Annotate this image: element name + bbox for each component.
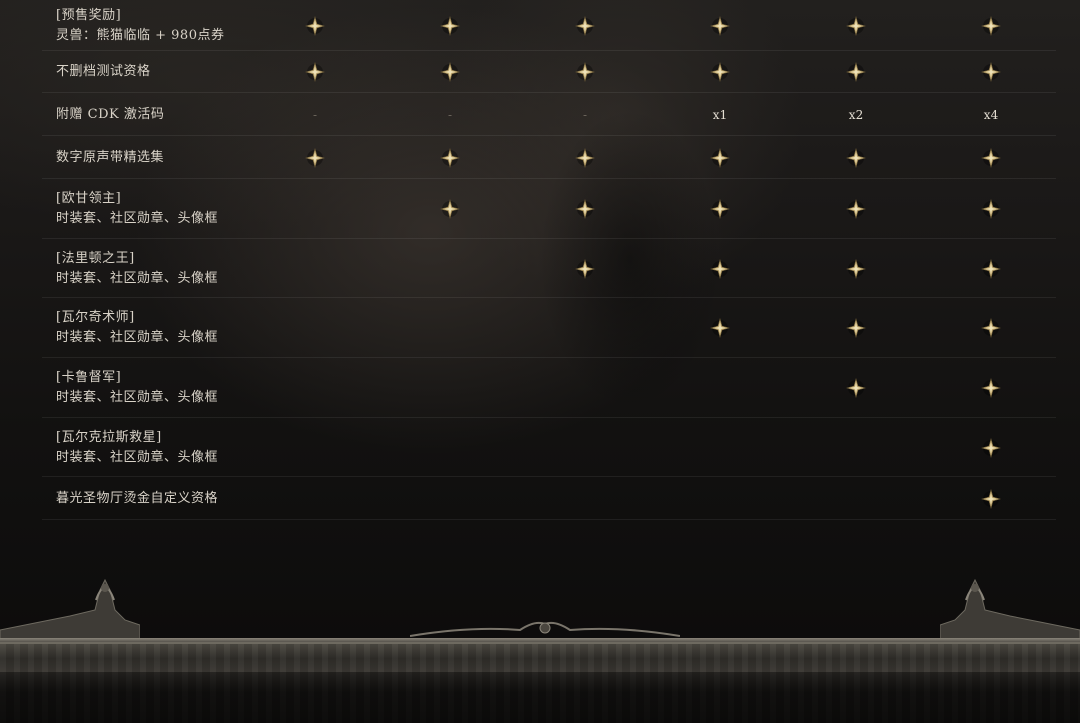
row-subtitle: 时装套、社区勋章、头像框 [56,390,219,405]
right-corner-ornament [940,578,1080,645]
not-included-dash: - [447,107,453,122]
row-label: [法里顿之王] 时装套、社区勋章、头像框 [56,249,218,289]
frame-shadow [0,672,1080,723]
not-included-dash: - [312,107,318,122]
row-title: [瓦尔奇术师] [56,310,135,325]
compass-star-icon [430,199,470,219]
row-title: [卡鲁督军] [56,370,122,385]
compass-star-icon [971,488,1011,509]
compass-star-icon [836,318,876,338]
compass-star-icon [700,62,740,82]
compass-star-icon [295,15,335,36]
row-title: 附赠 CDK 激活码 [56,106,165,122]
row-title: [预售奖励] [56,7,122,23]
compass-star-icon [971,199,1011,219]
row-label: [预售奖励] 灵兽：熊猫临临 + 980点券 [56,6,224,46]
cdk-quantity: x1 [712,107,728,122]
compass-star-icon [971,318,1011,338]
row-label: [卡鲁督军] 时装套、社区勋章、头像框 [56,368,218,408]
compass-star-icon [836,199,876,219]
row-label: [瓦尔克拉斯救星] 时装套、社区勋章、头像框 [56,428,218,468]
compass-star-icon [565,15,605,36]
table-row: 暮光圣物厅烫金自定义资格 [42,477,1056,520]
row-label: 暮光圣物厅烫金自定义资格 [56,489,218,509]
center-ornament [410,621,680,637]
compass-star-icon [565,258,605,279]
compass-star-icon [971,15,1011,36]
left-corner-ornament [0,578,140,645]
row-title: 数字原声带精选集 [56,149,165,165]
row-subtitle: 时装套、社区勋章、头像框 [56,449,219,465]
row-title: [法里顿之王] [56,250,135,266]
row-label: 附赠 CDK 激活码 [56,105,164,125]
row-title: [瓦尔克拉斯救星] [56,429,162,445]
row-label: [瓦尔奇术师] 时装套、社区勋章、头像框 [56,308,218,348]
compass-star-icon [430,15,470,36]
table-row: [法里顿之王] 时装套、社区勋章、头像框 [42,239,1056,298]
compass-star-icon [971,147,1011,168]
table-row: [欧甘领主] 时装套、社区勋章、头像框 [42,179,1056,239]
row-title: 暮光圣物厅烫金自定义资格 [56,490,219,506]
frame-rail [0,638,1080,644]
compass-star-icon [700,199,740,219]
frame-base [0,642,1080,723]
compass-star-icon [971,62,1011,82]
table-row: [预售奖励] 灵兽：熊猫临临 + 980点券 [42,0,1056,51]
compass-star-icon [295,62,335,82]
row-subtitle: 时装套、社区勋章、头像框 [56,211,219,226]
compass-star-icon [700,147,740,168]
compass-star-icon [836,15,876,36]
compass-star-icon [295,147,335,168]
compass-star-icon [700,318,740,338]
table-row: 数字原声带精选集 [42,136,1056,179]
reward-comparison-page: [预售奖励] 灵兽：熊猫临临 + 980点券 不删档测试资格 附赠 CDK 激活码 - -… [0,0,1080,723]
compass-star-icon [565,62,605,82]
compass-star-icon [430,62,470,82]
compass-star-icon [700,258,740,279]
reward-table: [预售奖励] 灵兽：熊猫临临 + 980点券 不删档测试资格 附赠 CDK 激活码 - -… [42,0,1056,520]
compass-star-icon [565,199,605,219]
row-label: 不删档测试资格 [56,62,151,82]
compass-star-icon [971,258,1011,279]
compass-star-icon [971,437,1011,458]
row-subtitle: 时装套、社区勋章、头像框 [56,270,219,286]
cdk-quantity: x4 [983,107,999,122]
table-row: 不删档测试资格 [42,51,1056,93]
row-label: 数字原声带精选集 [56,148,164,168]
compass-star-icon [430,147,470,168]
compass-star-icon [836,258,876,279]
row-label: [欧甘领主] 时装套、社区勋章、头像框 [56,189,218,229]
row-title: 不删档测试资格 [56,64,151,79]
compass-star-icon [836,378,876,398]
cdk-quantity: x2 [848,107,864,122]
table-row: [瓦尔奇术师] 时装套、社区勋章、头像框 [42,298,1056,358]
row-subtitle: 时装套、社区勋章、头像框 [56,330,219,345]
table-row: [瓦尔克拉斯救星] 时装套、社区勋章、头像框 [42,418,1056,477]
row-subtitle: 灵兽：熊猫临临 + 980点券 [56,27,225,43]
compass-star-icon [836,62,876,82]
compass-star-icon [565,147,605,168]
compass-star-icon [971,378,1011,398]
decorative-bottom-frame [0,560,1080,723]
table-row: 附赠 CDK 激活码 - - - x1 x2 x4 [42,93,1056,136]
not-included-dash: - [582,107,588,122]
compass-star-icon [836,147,876,168]
row-title: [欧甘领主] [56,191,122,206]
compass-star-icon [700,15,740,36]
table-row: [卡鲁督军] 时装套、社区勋章、头像框 [42,358,1056,418]
